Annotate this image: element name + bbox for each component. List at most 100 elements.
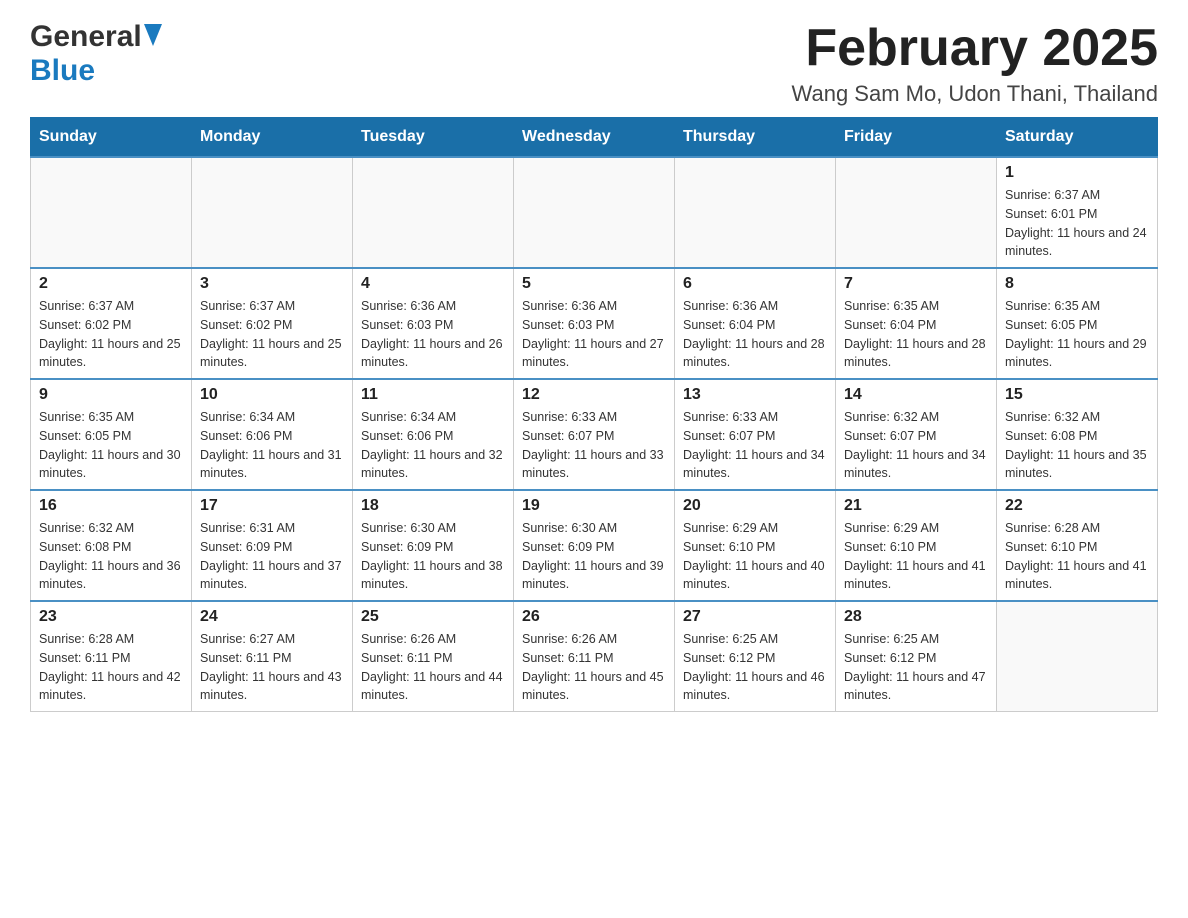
logo-triangle-icon (144, 24, 162, 51)
calendar-cell (31, 157, 192, 268)
day-number: 20 (683, 497, 827, 515)
location-title: Wang Sam Mo, Udon Thani, Thailand (792, 81, 1158, 107)
calendar-cell: 18 Sunrise: 6:30 AMSunset: 6:09 PMDayligh… (353, 490, 514, 601)
calendar-cell: 22 Sunrise: 6:28 AMSunset: 6:10 PMDayligh… (997, 490, 1158, 601)
day-info: Sunrise: 6:26 AMSunset: 6:11 PMDaylight:… (522, 630, 666, 705)
calendar-header-saturday: Saturday (997, 118, 1158, 158)
calendar-week-row: 16 Sunrise: 6:32 AMSunset: 6:08 PMDayligh… (31, 490, 1158, 601)
logo: General Blue (30, 20, 162, 88)
day-info: Sunrise: 6:35 AMSunset: 6:04 PMDaylight:… (844, 297, 988, 372)
day-info: Sunrise: 6:35 AMSunset: 6:05 PMDaylight:… (39, 408, 183, 483)
day-info: Sunrise: 6:28 AMSunset: 6:10 PMDaylight:… (1005, 519, 1149, 594)
day-info: Sunrise: 6:26 AMSunset: 6:11 PMDaylight:… (361, 630, 505, 705)
calendar-cell: 15 Sunrise: 6:32 AMSunset: 6:08 PMDayligh… (997, 379, 1158, 490)
day-info: Sunrise: 6:27 AMSunset: 6:11 PMDaylight:… (200, 630, 344, 705)
calendar-cell: 6Sunrise: 6:36 AMSunset: 6:04 PMDaylight… (675, 268, 836, 379)
calendar-cell: 10 Sunrise: 6:34 AMSunset: 6:06 PMDayligh… (192, 379, 353, 490)
day-number: 19 (522, 497, 666, 515)
calendar-header-row: SundayMondayTuesdayWednesdayThursdayFrid… (31, 118, 1158, 158)
day-number: 13 (683, 386, 827, 404)
calendar-cell (192, 157, 353, 268)
calendar-cell: 14 Sunrise: 6:32 AMSunset: 6:07 PMDayligh… (836, 379, 997, 490)
calendar-header-wednesday: Wednesday (514, 118, 675, 158)
calendar-cell: 2 Sunrise: 6:37 AMSunset: 6:02 PMDaylight… (31, 268, 192, 379)
day-info: Sunrise: 6:37 AMSunset: 6:02 PMDaylight:… (200, 297, 344, 372)
calendar-header-tuesday: Tuesday (353, 118, 514, 158)
month-title: February 2025 (792, 20, 1158, 77)
calendar-cell: 26 Sunrise: 6:26 AMSunset: 6:11 PMDayligh… (514, 601, 675, 712)
day-info: Sunrise: 6:35 AMSunset: 6:05 PMDaylight:… (1005, 297, 1149, 372)
day-number: 21 (844, 497, 988, 515)
day-number: 27 (683, 608, 827, 626)
day-number: 8 (1005, 275, 1149, 293)
page-header: General Blue February 2025 Wang Sam Mo, … (30, 20, 1158, 107)
day-number: 2 (39, 275, 183, 293)
day-number: 11 (361, 386, 505, 404)
day-info: Sunrise: 6:25 AMSunset: 6:12 PMDaylight:… (683, 630, 827, 705)
logo-general-text: General (30, 20, 142, 54)
day-number: 23 (39, 608, 183, 626)
calendar-cell (836, 157, 997, 268)
calendar-header-sunday: Sunday (31, 118, 192, 158)
title-block: February 2025 Wang Sam Mo, Udon Thani, T… (792, 20, 1158, 107)
calendar-cell: 5Sunrise: 6:36 AMSunset: 6:03 PMDaylight… (514, 268, 675, 379)
calendar-cell: 11Sunrise: 6:34 AMSunset: 6:06 PMDayligh… (353, 379, 514, 490)
day-info: Sunrise: 6:33 AMSunset: 6:07 PMDaylight:… (522, 408, 666, 483)
day-number: 12 (522, 386, 666, 404)
calendar-cell (353, 157, 514, 268)
day-info: Sunrise: 6:29 AMSunset: 6:10 PMDaylight:… (683, 519, 827, 594)
calendar-header-friday: Friday (836, 118, 997, 158)
calendar-cell: 17 Sunrise: 6:31 AMSunset: 6:09 PMDayligh… (192, 490, 353, 601)
day-number: 5 (522, 275, 666, 293)
day-info: Sunrise: 6:34 AMSunset: 6:06 PMDaylight:… (200, 408, 344, 483)
day-number: 4 (361, 275, 505, 293)
day-number: 7 (844, 275, 988, 293)
logo-blue-text: Blue (30, 54, 95, 88)
day-info: Sunrise: 6:29 AMSunset: 6:10 PMDaylight:… (844, 519, 988, 594)
calendar-cell: 12 Sunrise: 6:33 AMSunset: 6:07 PMDayligh… (514, 379, 675, 490)
calendar-cell (514, 157, 675, 268)
calendar-cell: 8 Sunrise: 6:35 AMSunset: 6:05 PMDaylight… (997, 268, 1158, 379)
day-number: 24 (200, 608, 344, 626)
calendar-cell: 19 Sunrise: 6:30 AMSunset: 6:09 PMDayligh… (514, 490, 675, 601)
day-number: 16 (39, 497, 183, 515)
calendar-cell: 25Sunrise: 6:26 AMSunset: 6:11 PMDayligh… (353, 601, 514, 712)
day-info: Sunrise: 6:37 AMSunset: 6:02 PMDaylight:… (39, 297, 183, 372)
day-info: Sunrise: 6:33 AMSunset: 6:07 PMDaylight:… (683, 408, 827, 483)
day-number: 22 (1005, 497, 1149, 515)
calendar-cell (997, 601, 1158, 712)
calendar-cell: 1 Sunrise: 6:37 AMSunset: 6:01 PMDaylight… (997, 157, 1158, 268)
day-info: Sunrise: 6:30 AMSunset: 6:09 PMDaylight:… (361, 519, 505, 594)
day-info: Sunrise: 6:32 AMSunset: 6:08 PMDaylight:… (1005, 408, 1149, 483)
day-info: Sunrise: 6:37 AMSunset: 6:01 PMDaylight:… (1005, 186, 1149, 261)
calendar-cell: 24 Sunrise: 6:27 AMSunset: 6:11 PMDayligh… (192, 601, 353, 712)
calendar-cell: 13 Sunrise: 6:33 AMSunset: 6:07 PMDayligh… (675, 379, 836, 490)
day-number: 17 (200, 497, 344, 515)
calendar-week-row: 9Sunrise: 6:35 AMSunset: 6:05 PMDaylight… (31, 379, 1158, 490)
day-info: Sunrise: 6:36 AMSunset: 6:03 PMDaylight:… (361, 297, 505, 372)
day-info: Sunrise: 6:28 AMSunset: 6:11 PMDaylight:… (39, 630, 183, 705)
day-info: Sunrise: 6:32 AMSunset: 6:07 PMDaylight:… (844, 408, 988, 483)
calendar-cell: 16 Sunrise: 6:32 AMSunset: 6:08 PMDayligh… (31, 490, 192, 601)
day-info: Sunrise: 6:36 AMSunset: 6:04 PMDaylight:… (683, 297, 827, 372)
day-number: 10 (200, 386, 344, 404)
day-number: 15 (1005, 386, 1149, 404)
calendar-cell: 28 Sunrise: 6:25 AMSunset: 6:12 PMDayligh… (836, 601, 997, 712)
day-number: 28 (844, 608, 988, 626)
day-number: 1 (1005, 164, 1149, 182)
calendar-cell: 23 Sunrise: 6:28 AMSunset: 6:11 PMDayligh… (31, 601, 192, 712)
calendar-header-monday: Monday (192, 118, 353, 158)
day-number: 18 (361, 497, 505, 515)
day-info: Sunrise: 6:25 AMSunset: 6:12 PMDaylight:… (844, 630, 988, 705)
day-number: 26 (522, 608, 666, 626)
day-info: Sunrise: 6:30 AMSunset: 6:09 PMDaylight:… (522, 519, 666, 594)
calendar-week-row: 1 Sunrise: 6:37 AMSunset: 6:01 PMDaylight… (31, 157, 1158, 268)
calendar-cell: 4 Sunrise: 6:36 AMSunset: 6:03 PMDaylight… (353, 268, 514, 379)
day-info: Sunrise: 6:31 AMSunset: 6:09 PMDaylight:… (200, 519, 344, 594)
calendar-week-row: 2 Sunrise: 6:37 AMSunset: 6:02 PMDaylight… (31, 268, 1158, 379)
calendar-cell: 20 Sunrise: 6:29 AMSunset: 6:10 PMDayligh… (675, 490, 836, 601)
day-number: 3 (200, 275, 344, 293)
day-number: 14 (844, 386, 988, 404)
calendar-table: SundayMondayTuesdayWednesdayThursdayFrid… (30, 117, 1158, 712)
day-info: Sunrise: 6:32 AMSunset: 6:08 PMDaylight:… (39, 519, 183, 594)
